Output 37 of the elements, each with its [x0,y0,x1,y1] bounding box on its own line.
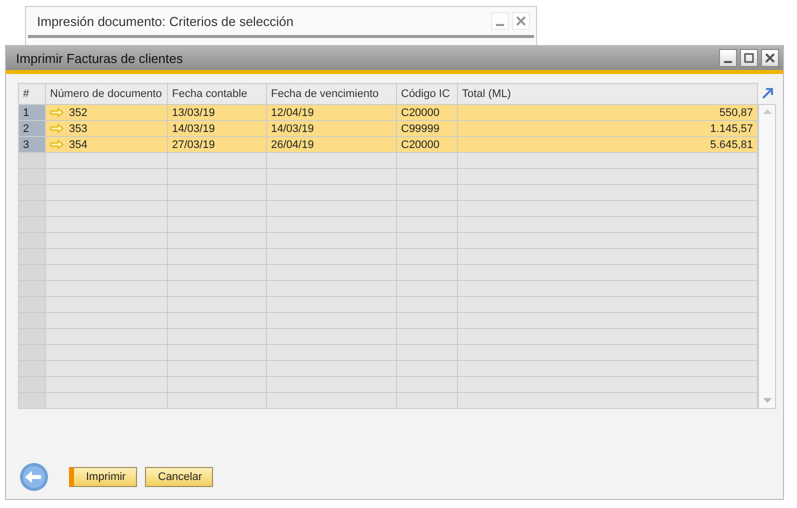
table-cell: 12/04/19 [267,105,397,121]
table-cell-text: 352 [69,106,88,120]
maximize-icon[interactable] [740,49,758,67]
table-cell: 27/03/19 [168,137,267,153]
column-header[interactable]: Total (ML) [458,84,758,105]
column-header[interactable]: # [19,84,46,105]
table-cell: C20000 [397,137,458,153]
table-cell: 26/04/19 [267,137,397,153]
link-arrow-icon[interactable] [50,124,64,133]
window-title: Impresión documento: Criterios de selección [37,14,295,28]
link-arrow-icon[interactable] [50,108,64,117]
column-header[interactable]: Código IC [397,84,458,105]
link-arrow-icon[interactable] [50,140,64,149]
table-cell: 5.645,81 [458,137,758,153]
table-cell: 550,87 [458,105,758,121]
scroll-down-icon[interactable] [762,398,772,404]
scroll-up-icon[interactable] [762,109,772,115]
table-cell: 13/03/19 [168,105,267,121]
table-cell: C99999 [397,121,458,137]
table-cell: 14/03/19 [267,121,397,137]
close-icon[interactable] [761,49,779,67]
expand-icon[interactable] [760,87,774,100]
row-number[interactable]: 1 [19,105,46,121]
table-cell: C20000 [397,105,458,121]
table-cell: 1.145,57 [458,121,758,137]
window-title: Imprimir Facturas de clientes [16,50,184,66]
table-cell-text: 353 [69,122,88,136]
row-number[interactable]: 3 [19,137,46,153]
action-button[interactable]: Cancelar [145,467,213,487]
column-header[interactable]: Fecha de vencimiento [267,84,397,105]
action-button[interactable]: Imprimir [69,467,137,487]
table-cell-text: 354 [69,138,88,152]
row-number[interactable]: 2 [19,121,46,137]
minimize-icon[interactable] [719,49,737,67]
column-header[interactable]: Fecha contable [168,84,267,105]
table-cell: 14/03/19 [168,121,267,137]
column-header[interactable]: Número de documento [46,84,168,105]
